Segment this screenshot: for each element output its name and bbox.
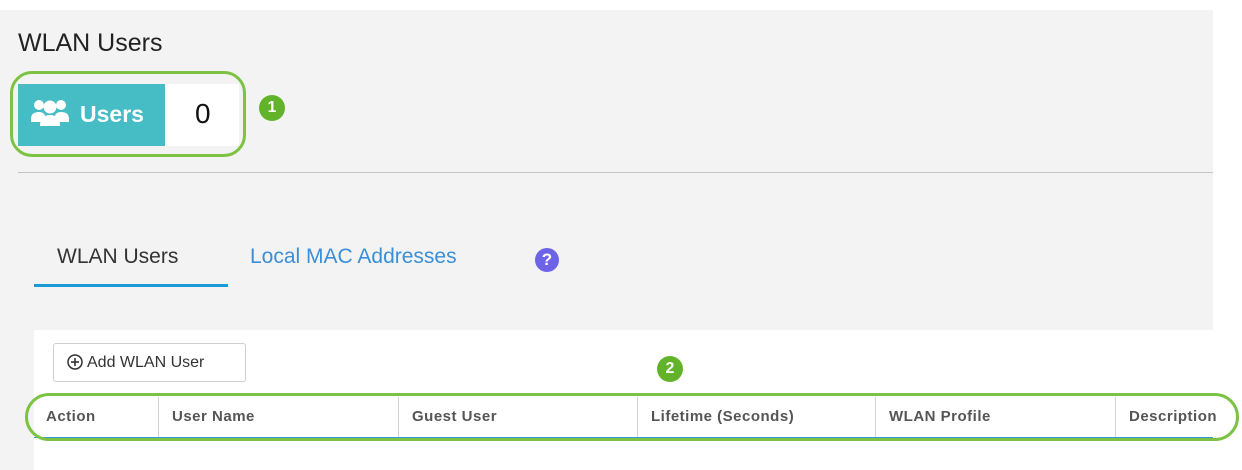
- callout-badge-1: 1: [259, 95, 285, 121]
- plus-circle-icon: [67, 353, 83, 370]
- callout-outline-2: [25, 393, 1239, 441]
- callout-outline-1: [10, 71, 246, 157]
- question-circle-icon[interactable]: ?: [535, 248, 559, 272]
- add-wlan-user-label: Add WLAN User: [87, 353, 205, 371]
- add-wlan-user-button[interactable]: Add WLAN User: [53, 343, 246, 382]
- section-divider: [18, 172, 1213, 173]
- tab-local-mac-addresses[interactable]: Local MAC Addresses: [250, 245, 457, 269]
- tab-wlan-users[interactable]: WLAN Users: [57, 245, 178, 269]
- active-tab-indicator: [34, 284, 228, 287]
- callout-badge-2: 2: [657, 356, 683, 382]
- page-title: WLAN Users: [18, 29, 163, 57]
